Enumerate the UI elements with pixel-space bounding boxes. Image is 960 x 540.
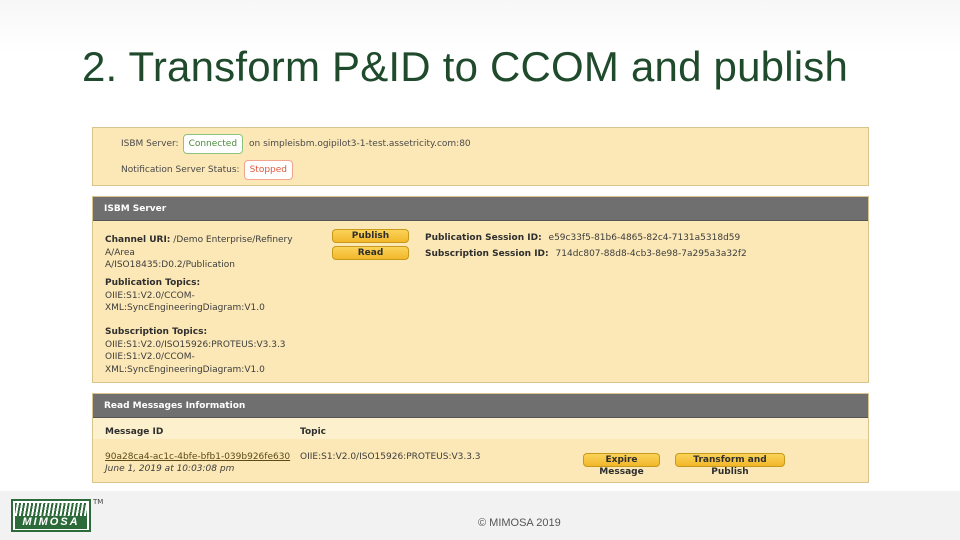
isbm-server-panel: ISBM Server Channel URI: /Demo Enterpris… — [92, 196, 869, 383]
trademark-mark: TM — [93, 498, 104, 506]
read-messages-header: Read Messages Information — [93, 394, 868, 418]
publication-session-label: Publication Session ID: — [425, 233, 542, 243]
logo-wordmark: MIMOSA — [15, 516, 87, 529]
read-button[interactable]: Read — [332, 246, 409, 260]
slide-footer — [0, 491, 960, 540]
subscription-session-id: 714dc807-88d8-4cb3-8e98-7a295a3a32f2 — [555, 249, 747, 259]
channel-uri: Channel URI: /Demo Enterprise/Refinery A… — [105, 234, 320, 272]
notification-server-label: Notification Server Status: — [121, 165, 240, 175]
publication-topic-line: XML:SyncEngineeringDiagram:V1.0 — [105, 303, 265, 313]
publication-session-id: e59c33f5-81b6-4865-82c4-7131a5318d59 — [548, 233, 741, 243]
logo-stripes — [15, 503, 87, 516]
connection-status-panel: ISBM Server: Connected on simpleisbm.ogi… — [92, 127, 869, 186]
isbm-host-text: on simpleisbm.ogipilot3-1-test.assetrici… — [249, 139, 471, 149]
read-messages-panel: Read Messages Information Message ID Top… — [92, 393, 869, 483]
isbm-server-status-row: ISBM Server: Connected on simpleisbm.ogi… — [121, 134, 471, 154]
slide-title: 2. Transform P&ID to CCOM and publish — [82, 43, 849, 90]
message-table-header — [93, 418, 868, 439]
notification-server-status-row: Notification Server Status: Stopped — [121, 160, 299, 180]
mimosa-logo: MIMOSA — [11, 499, 91, 532]
subscription-topics: Subscription Topics: OIIE:S1:V2.0/ISO159… — [105, 326, 286, 376]
publication-topics: Publication Topics: OIIE:S1:V2.0/CCOM- X… — [105, 277, 265, 315]
expire-message-button[interactable]: Expire Message — [583, 453, 660, 477]
channel-uri-value-line2: A/ISO18435:D0.2/Publication — [105, 260, 235, 270]
publication-topic-line: OIIE:S1:V2.0/CCOM- — [105, 290, 195, 301]
publish-button[interactable]: Publish — [332, 229, 409, 243]
subscription-session-label: Subscription Session ID: — [425, 249, 549, 259]
topic-column-header: Topic — [300, 427, 326, 437]
message-topic: OIIE:S1:V2.0/ISO15926:PROTEUS:V3.3.3 — [300, 452, 481, 462]
message-id-column-header: Message ID — [105, 427, 164, 437]
channel-uri-label: Channel URI: — [105, 235, 171, 245]
subscription-session: Subscription Session ID: 714dc807-88d8-4… — [425, 248, 747, 261]
publication-topics-label: Publication Topics: — [105, 278, 201, 288]
publication-session: Publication Session ID: e59c33f5-81b6-48… — [425, 232, 740, 245]
subscription-topics-label: Subscription Topics: — [105, 327, 208, 337]
subscription-topic-line: OIIE:S1:V2.0/ISO15926:PROTEUS:V3.3.3 — [105, 339, 286, 350]
connected-badge: Connected — [182, 134, 244, 154]
isbm-server-label: ISBM Server: — [121, 139, 179, 149]
subscription-topic-line: OIIE:S1:V2.0/CCOM- — [105, 352, 195, 362]
message-date: June 1, 2019 at 10:03:08 pm — [105, 464, 235, 474]
subscription-topic-line: XML:SyncEngineeringDiagram:V1.0 — [105, 364, 265, 375]
stopped-badge: Stopped — [243, 160, 294, 180]
message-id-link[interactable]: 90a28ca4-ac1c-4bfe-bfb1-039b926fe630 — [105, 451, 290, 464]
copyright-text: © MIMOSA 2019 — [478, 517, 561, 529]
transform-and-publish-button[interactable]: Transform and Publish — [675, 453, 785, 477]
isbm-server-header: ISBM Server — [93, 197, 868, 221]
